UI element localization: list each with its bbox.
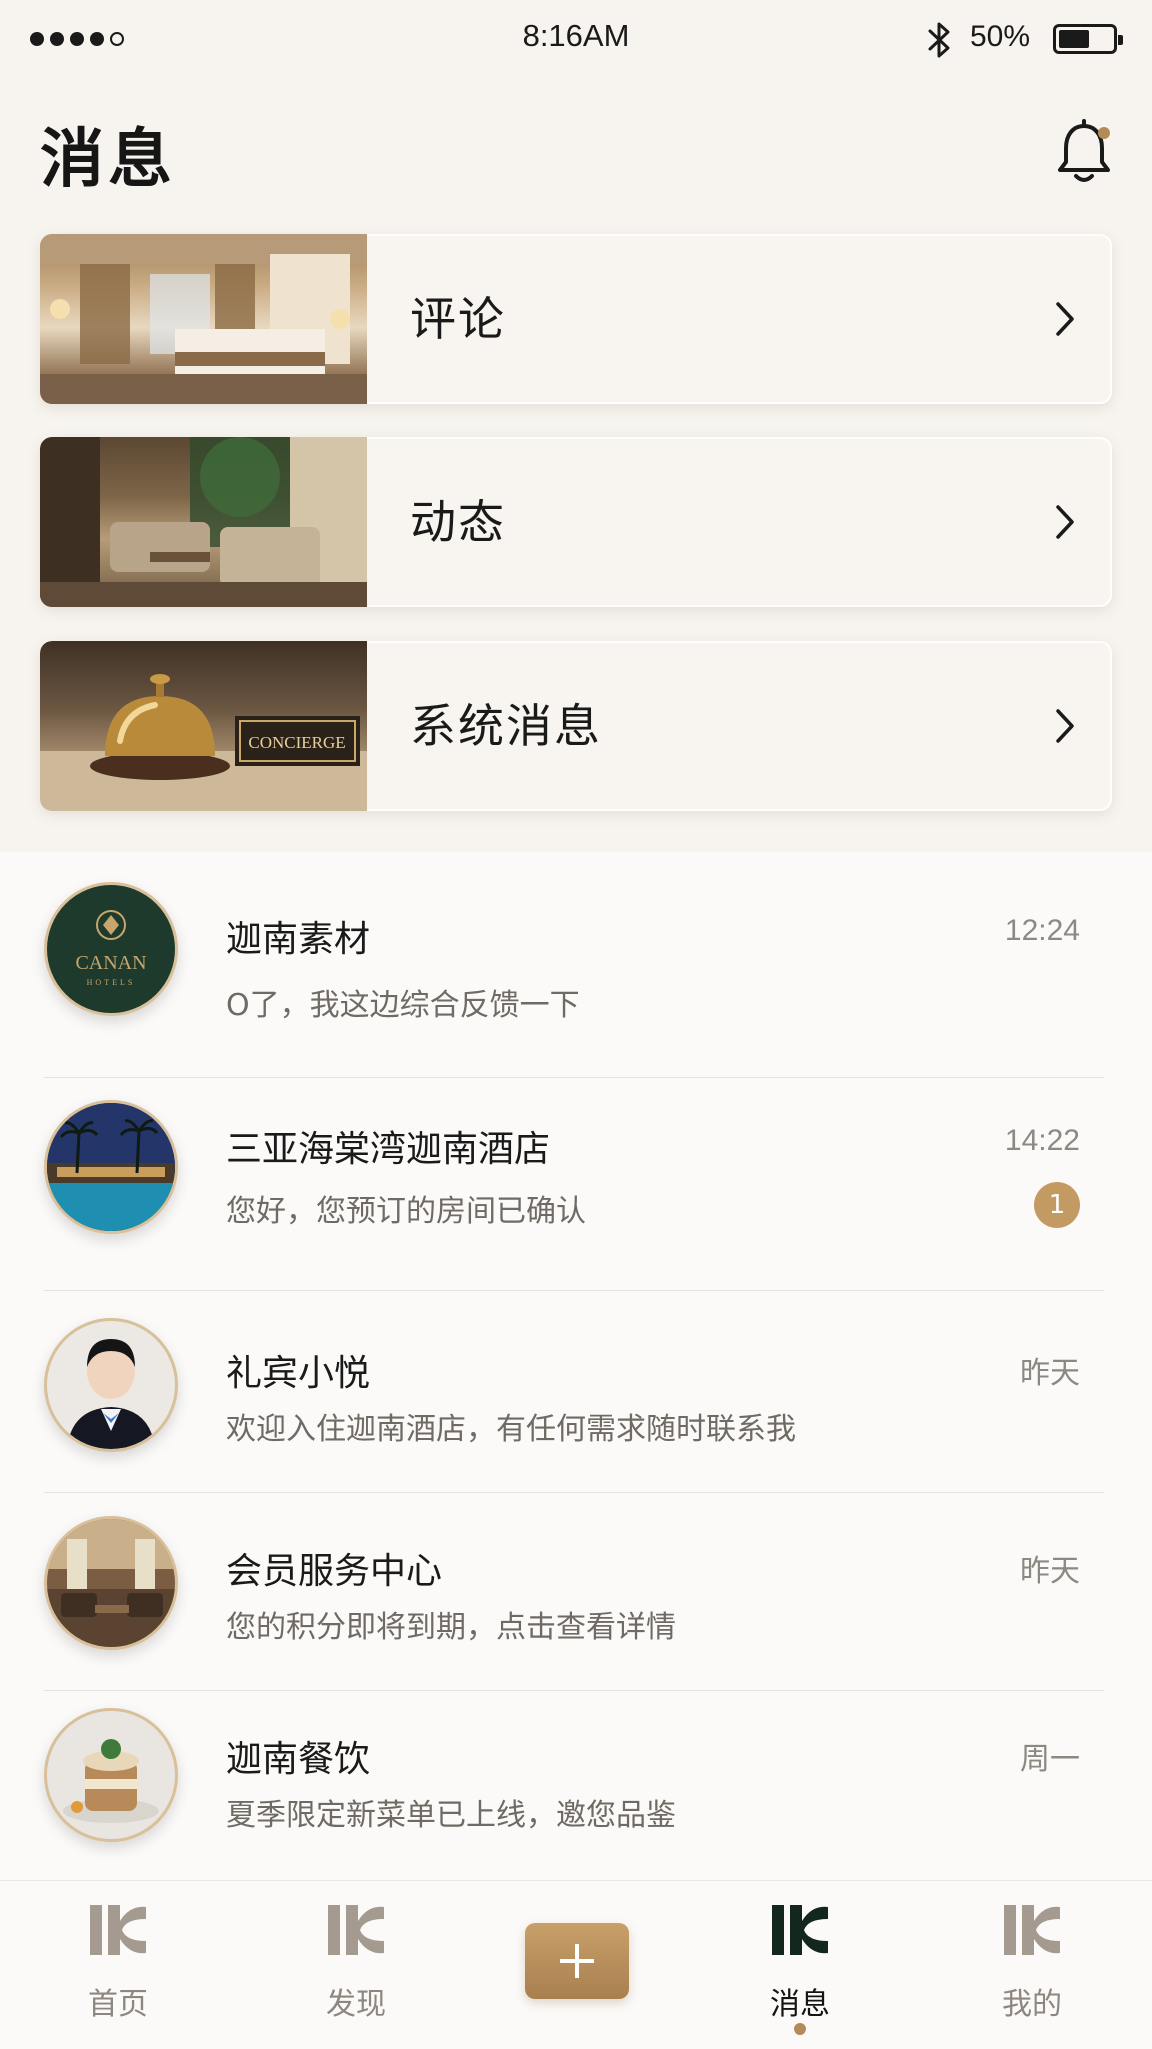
contact-name: 会员服务中心 — [226, 1551, 443, 1592]
battery-icon — [1053, 24, 1123, 54]
tab-messages[interactable]: 消息 — [720, 1881, 880, 2049]
notification-dot — [1098, 127, 1110, 139]
avatar — [44, 1318, 178, 1452]
message-time: 14:22 — [1004, 1124, 1080, 1157]
divider — [44, 1290, 1104, 1291]
tab-label: 消息 — [770, 1987, 830, 2022]
list-item[interactable]: 三亚海棠湾迦南酒店 您好，您预订的房间已确认 14:22 1 — [0, 1100, 1152, 1300]
category-card-system[interactable]: CONCIERGE 系统消息 — [40, 641, 1112, 811]
status-bar: 8:16AM 50% — [0, 0, 1152, 82]
chevron-right-icon — [1056, 505, 1074, 539]
list-item[interactable]: 迦南餐饮 夏季限定新菜单已上线，邀您品鉴 周一 — [0, 1708, 1152, 1908]
divider — [44, 1077, 1104, 1078]
kc-logo-icon — [90, 1905, 146, 1955]
kc-logo-icon — [772, 1905, 828, 1955]
kc-logo-icon — [1004, 1905, 1060, 1955]
category-label: 评论 — [410, 292, 506, 346]
tab-label: 首页 — [88, 1987, 148, 2022]
category-label: 系统消息 — [410, 699, 602, 753]
add-button[interactable] — [525, 1923, 629, 1999]
avatar — [44, 1100, 178, 1234]
contact-name: 礼宾小悦 — [226, 1353, 371, 1394]
message-preview: O了，我这边综合反馈一下 — [226, 988, 580, 1023]
bluetooth-icon — [928, 22, 950, 58]
avatar: CANAN HOTELS — [44, 882, 178, 1016]
avatar — [44, 1708, 178, 1842]
battery-percent: 50% — [970, 20, 1031, 53]
contact-name: 迦南餐饮 — [226, 1739, 371, 1780]
concierge-bell-image: CONCIERGE — [40, 641, 367, 811]
tab-bar: 首页 发现 消息 我的 — [0, 1880, 1152, 2049]
list-item[interactable]: 会员服务中心 您的积分即将到期，点击查看详情 昨天 — [0, 1516, 1152, 1716]
category-card-comments[interactable]: 评论 — [40, 234, 1112, 404]
tab-profile[interactable]: 我的 — [952, 1881, 1112, 2049]
unread-badge: 1 — [1034, 1182, 1080, 1228]
message-preview: 夏季限定新菜单已上线，邀您品鉴 — [226, 1798, 676, 1833]
message-preview: 欢迎入住迦南酒店，有任何需求随时联系我 — [226, 1412, 796, 1447]
tab-home[interactable]: 首页 — [38, 1881, 198, 2049]
message-time: 昨天 — [1020, 1555, 1080, 1588]
message-time: 12:24 — [1004, 914, 1080, 947]
chevron-right-icon — [1056, 709, 1074, 743]
list-item[interactable]: 礼宾小悦 欢迎入住迦南酒店，有任何需求随时联系我 昨天 — [0, 1318, 1152, 1518]
hotel-room-image — [40, 234, 367, 404]
divider — [44, 1492, 1104, 1493]
tab-discover[interactable]: 发现 — [276, 1881, 436, 2049]
avatar — [44, 1516, 178, 1650]
avatar-brand-subtext: HOTELS — [87, 978, 136, 987]
hotel-lobby-image — [40, 437, 367, 607]
category-card-activity[interactable]: 动态 — [40, 437, 1112, 607]
page-title: 消息 — [40, 123, 176, 197]
chevron-right-icon — [1056, 302, 1074, 336]
message-time: 周一 — [1020, 1743, 1080, 1776]
contact-name: 迦南素材 — [226, 919, 371, 960]
message-time: 昨天 — [1020, 1357, 1080, 1390]
active-tab-indicator — [794, 2023, 806, 2035]
message-preview: 您好，您预订的房间已确认 — [226, 1194, 586, 1229]
message-preview: 您的积分即将到期，点击查看详情 — [226, 1610, 676, 1645]
concierge-sign-text: CONCIERGE — [248, 733, 345, 752]
tab-label: 发现 — [326, 1987, 386, 2022]
kc-logo-icon — [328, 1905, 384, 1955]
divider — [44, 1690, 1104, 1691]
tab-label: 我的 — [1002, 1987, 1062, 2022]
category-label: 动态 — [410, 495, 506, 549]
list-item[interactable]: CANAN HOTELS 迦南素材 O了，我这边综合反馈一下 12:24 — [0, 882, 1152, 1082]
contact-name: 三亚海棠湾迦南酒店 — [226, 1129, 551, 1170]
message-list: CANAN HOTELS 迦南素材 O了，我这边综合反馈一下 12:24 三亚海… — [0, 852, 1152, 1882]
avatar-brand-text: CANAN — [75, 952, 146, 974]
